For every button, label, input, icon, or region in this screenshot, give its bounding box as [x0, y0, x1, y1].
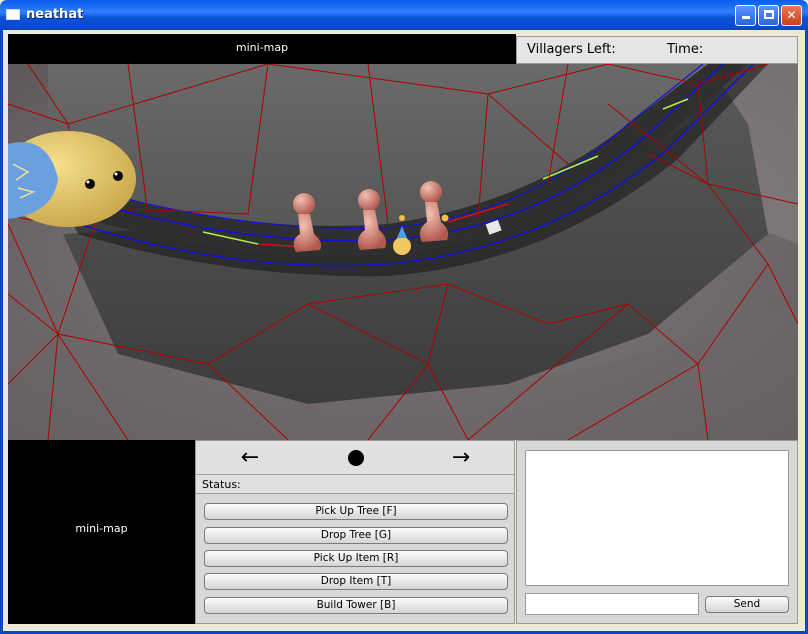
game-scene — [8, 64, 798, 440]
dot-icon — [348, 450, 364, 466]
chat-input[interactable] — [525, 593, 699, 615]
top-minimap-label: mini-map — [235, 41, 289, 54]
game-viewport[interactable] — [8, 64, 798, 440]
villagers-left-label: Villagers Left: — [527, 42, 616, 57]
drop-item-button[interactable]: Drop Item [T] — [204, 573, 508, 590]
control-panel: ← → Status: Pick Up Tree [F] Drop Tree [… — [195, 440, 515, 624]
pick-up-tree-button[interactable]: Pick Up Tree [F] — [204, 503, 508, 520]
nav-right-button[interactable]: → — [441, 445, 481, 471]
bottom-minimap[interactable]: mini-map — [8, 440, 195, 624]
status-label: Status: — [202, 478, 241, 491]
chat-panel: Send — [516, 440, 798, 624]
arrow-left-icon: ← — [240, 445, 260, 470]
stats-bar: Villagers Left: Time: — [516, 36, 798, 64]
flame-item-orb — [393, 237, 411, 255]
top-minimap[interactable]: mini-map — [8, 34, 516, 64]
build-tower-button[interactable]: Build Tower [B] — [204, 597, 508, 614]
chat-log[interactable] — [525, 450, 789, 586]
minimize-button[interactable] — [735, 5, 756, 26]
nav-left-button[interactable]: ← — [230, 445, 270, 471]
nav-center-button[interactable] — [336, 445, 376, 471]
flame-item-spark — [399, 215, 405, 221]
window-title: neathat — [26, 7, 84, 22]
status-bar: Status: — [196, 475, 514, 494]
creature-eye-glint — [114, 172, 118, 176]
time-label: Time: — [667, 42, 704, 57]
close-icon: ✕ — [786, 8, 797, 22]
drop-tree-button[interactable]: Drop Tree [G] — [204, 527, 508, 544]
arrow-right-icon: → — [451, 445, 471, 470]
creature-eye — [85, 179, 95, 189]
bottom-minimap-label: mini-map — [75, 522, 128, 535]
villager-head — [358, 189, 380, 211]
nav-row: ← → — [196, 441, 514, 475]
item-spark[interactable] — [441, 214, 449, 222]
maximize-button[interactable] — [758, 5, 779, 26]
creature-eye — [113, 171, 123, 181]
send-button[interactable]: Send — [705, 596, 789, 613]
pick-up-item-button[interactable]: Pick Up Item [R] — [204, 550, 508, 567]
villager-head — [420, 181, 442, 203]
minimize-icon — [741, 16, 750, 19]
title-bar[interactable]: neathat ✕ — [0, 0, 808, 30]
close-button[interactable]: ✕ — [781, 5, 802, 26]
creature-eye-glint — [86, 180, 90, 184]
window-icon — [6, 9, 20, 20]
villager-head — [293, 193, 315, 215]
maximize-icon — [763, 10, 774, 19]
